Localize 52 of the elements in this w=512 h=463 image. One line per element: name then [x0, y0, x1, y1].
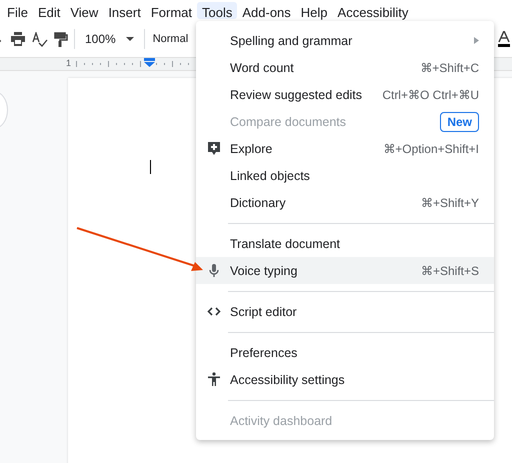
menu-item[interactable]: Add-ons — [237, 2, 296, 19]
text-cursor — [150, 160, 151, 174]
option-label: Dictionary — [230, 196, 286, 210]
caret-icon — [126, 37, 134, 41]
paint-format-icon[interactable] — [54, 32, 68, 46]
zoom-dropdown[interactable]: 100% — [81, 32, 138, 46]
option-label: Linked objects — [230, 168, 310, 182]
menu-option[interactable]: Linked objects — [196, 162, 494, 189]
menu-option[interactable]: Preferences — [196, 339, 494, 366]
menu-item[interactable]: Edit — [32, 2, 66, 19]
option-label: Explore — [230, 142, 272, 156]
option-label: Script editor — [230, 304, 297, 318]
menu-item[interactable]: Insert — [103, 2, 146, 19]
option-label: Activity dashboard — [230, 414, 332, 428]
menu-option[interactable]: Word count ⌘+Shift+C — [196, 54, 494, 81]
explore-icon — [207, 141, 221, 156]
shortcut-label: ⌘+Shift+C — [420, 60, 479, 74]
option-label: Spelling and grammar — [230, 34, 352, 48]
menu-item[interactable]: Format — [146, 2, 197, 19]
option-label: Review suggested edits — [230, 88, 362, 102]
option-label: Compare documents — [230, 114, 346, 128]
option-label: Accessibility settings — [230, 372, 345, 386]
menu-item[interactable]: Accessibility — [332, 2, 414, 19]
text-color-icon[interactable] — [498, 30, 510, 48]
menu-option[interactable]: Translate document — [196, 230, 494, 257]
menu-option[interactable]: Dictionary ⌘+Shift+Y — [196, 189, 494, 216]
menu-item[interactable]: File — [2, 2, 33, 19]
option-label: Translate document — [230, 236, 340, 250]
shortcut-label: ⌘+Shift+S — [420, 264, 479, 278]
menu-option[interactable]: Spelling and grammar — [196, 27, 494, 54]
menu-item[interactable]: View — [65, 2, 104, 19]
style-dropdown[interactable]: Normal — [150, 33, 188, 45]
indent-marker[interactable] — [144, 58, 155, 67]
ruler-number: 1 — [66, 58, 72, 68]
accessibility-icon — [207, 372, 221, 387]
menu-option[interactable]: Explore ⌘+Option+Shift+I — [196, 135, 494, 162]
menu-item[interactable]: Help — [296, 2, 333, 19]
menu-option[interactable]: Script editor — [196, 298, 494, 325]
spellcheck-icon[interactable] — [32, 32, 48, 46]
menu-option[interactable]: Review suggested edits Ctrl+⌘O Ctrl+⌘U — [196, 81, 494, 108]
shortcut-label: ⌘+Option+Shift+I — [383, 142, 479, 156]
menu-item[interactable]: Tools — [197, 2, 238, 19]
option-label: Preferences — [230, 346, 298, 360]
print-icon[interactable] — [10, 32, 26, 46]
new-badge: New — [440, 112, 479, 132]
option-label: Voice typing — [230, 264, 298, 278]
shortcut-label: ⌘+Shift+Y — [420, 196, 479, 210]
option-label: Word count — [230, 60, 294, 74]
menu-option[interactable]: Accessibility settings — [196, 366, 494, 393]
shortcut-label: Ctrl+⌘O Ctrl+⌘U — [382, 88, 479, 102]
microphone-icon — [207, 263, 221, 278]
menu-option[interactable]: Voice typing ⌘+Shift+S — [196, 257, 494, 284]
